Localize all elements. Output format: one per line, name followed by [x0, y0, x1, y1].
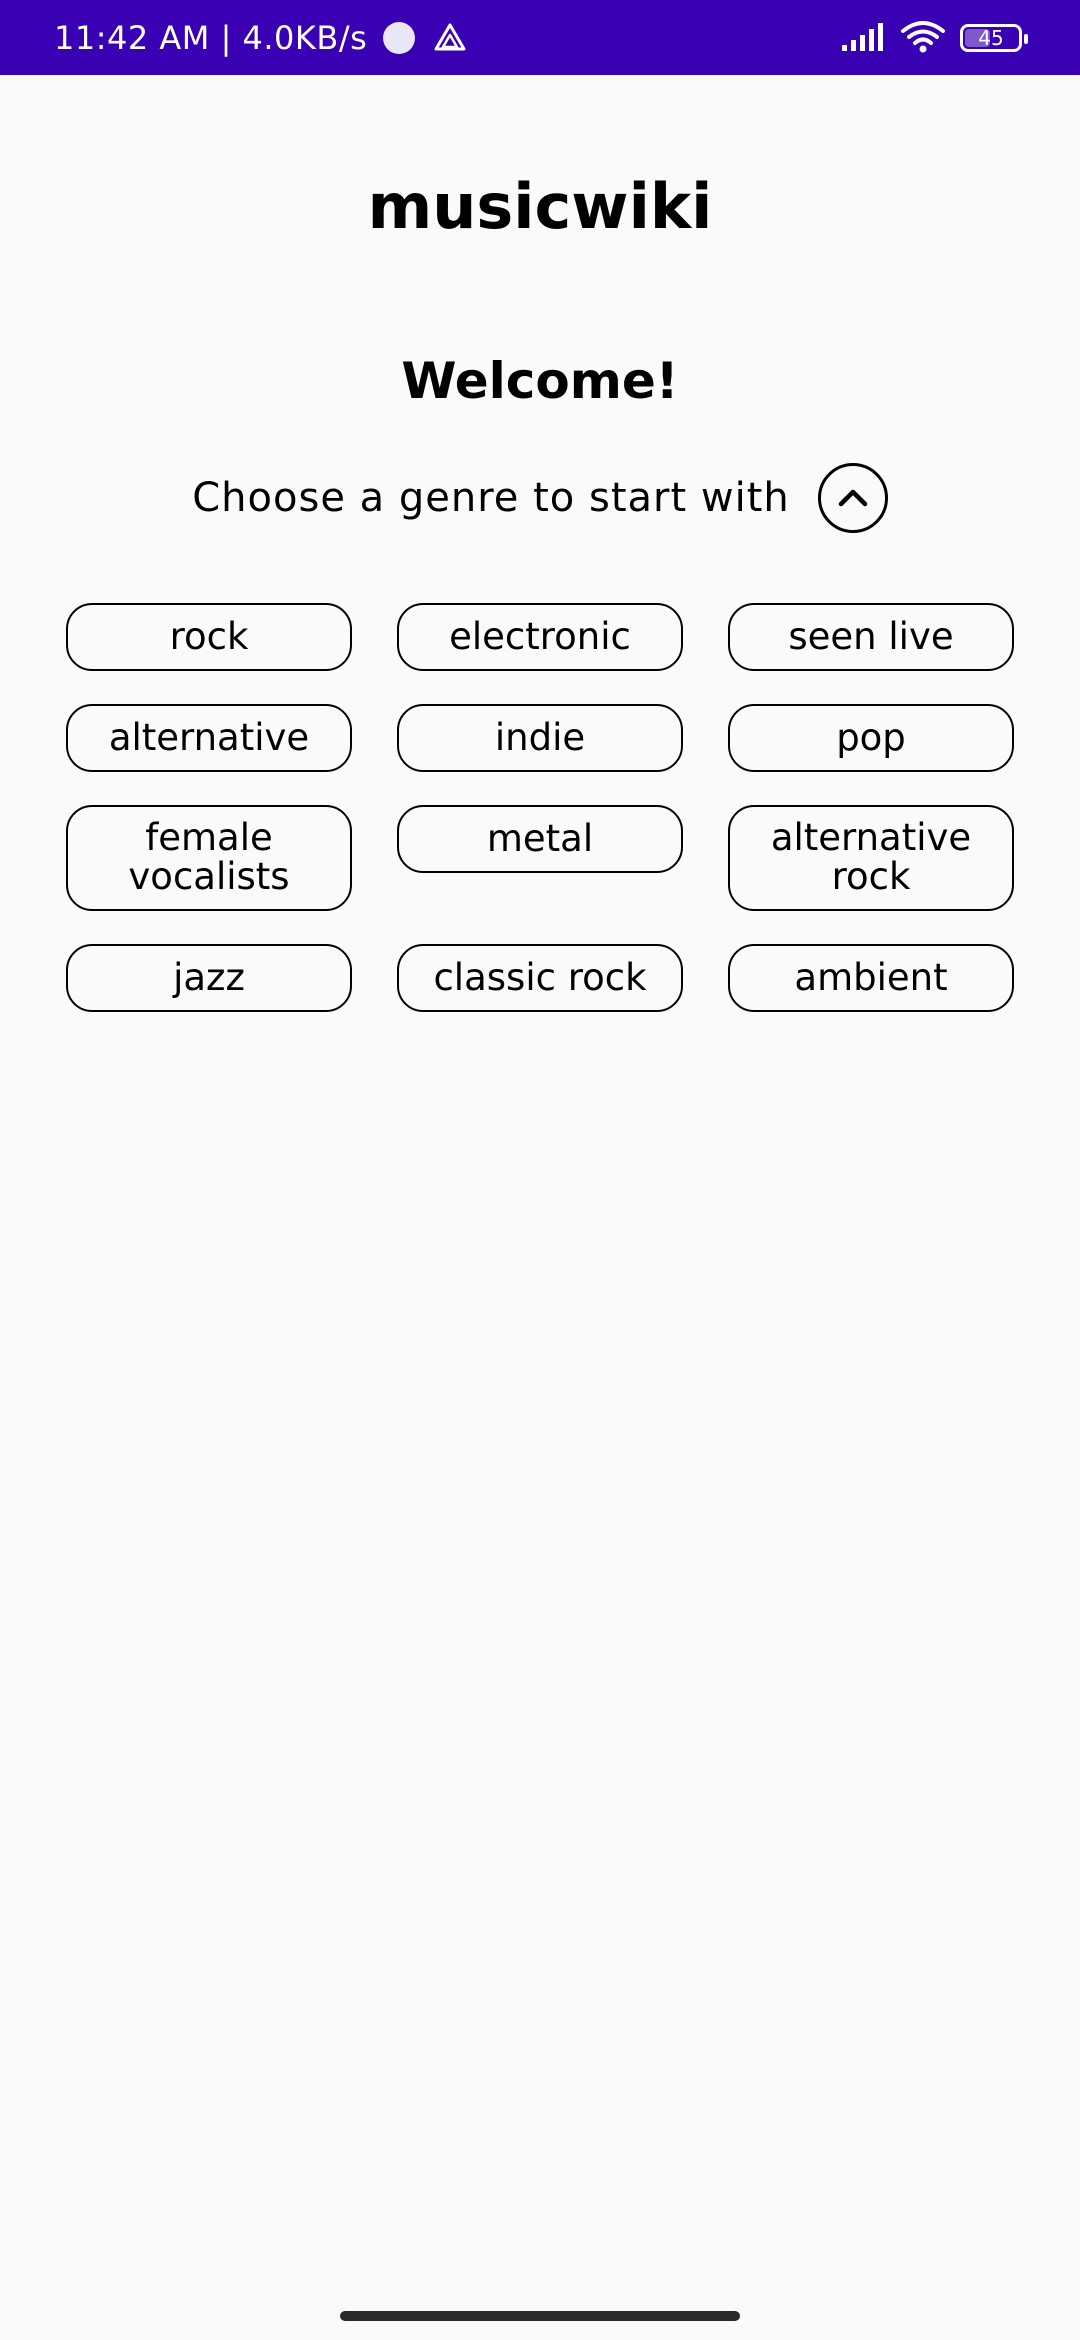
genre-chip-metal[interactable]: metal	[397, 805, 683, 873]
status-time-speed: 11:42 AM | 4.0KB/s	[54, 18, 368, 57]
battery-icon: 45	[960, 23, 1028, 52]
genre-grid: rock electronic seen live alternative in…	[66, 603, 1015, 1012]
genre-chip-indie[interactable]: indie	[397, 704, 683, 772]
collapse-genres-button[interactable]	[817, 463, 888, 533]
status-left: 11:42 AM | 4.0KB/s	[54, 0, 467, 75]
battery-level: 45	[978, 25, 1004, 50]
status-bar: 11:42 AM | 4.0KB/s 45	[0, 0, 1080, 75]
genre-chip-electronic[interactable]: electronic	[397, 603, 683, 671]
wifi-icon	[900, 19, 946, 57]
chevron-up-icon	[838, 489, 867, 507]
welcome-heading: Welcome!	[401, 352, 679, 410]
genre-chip-alternative[interactable]: alternative	[66, 704, 352, 772]
genre-chip-alternative-rock[interactable]: alternative rock	[728, 805, 1014, 911]
genre-chip-ambient[interactable]: ambient	[728, 944, 1014, 1012]
genre-chip-classic-rock[interactable]: classic rock	[397, 944, 683, 1012]
genre-prompt-row: Choose a genre to start with	[0, 458, 1080, 538]
genre-chip-female-vocalists[interactable]: female vocalists	[66, 805, 352, 911]
genre-prompt-text: Choose a genre to start with	[192, 475, 790, 521]
genre-chip-rock[interactable]: rock	[66, 603, 352, 671]
circle-notification-icon	[383, 21, 416, 54]
genre-chip-jazz[interactable]: jazz	[66, 944, 352, 1012]
gesture-nav-handle[interactable]	[340, 2311, 740, 2321]
signal-icon	[840, 21, 886, 55]
status-right: 45	[840, 0, 1028, 75]
genre-chip-seen-live[interactable]: seen live	[728, 603, 1014, 671]
genre-chip-pop[interactable]: pop	[728, 704, 1014, 772]
drive-icon	[433, 21, 467, 55]
app-title: musicwiki	[367, 170, 713, 243]
